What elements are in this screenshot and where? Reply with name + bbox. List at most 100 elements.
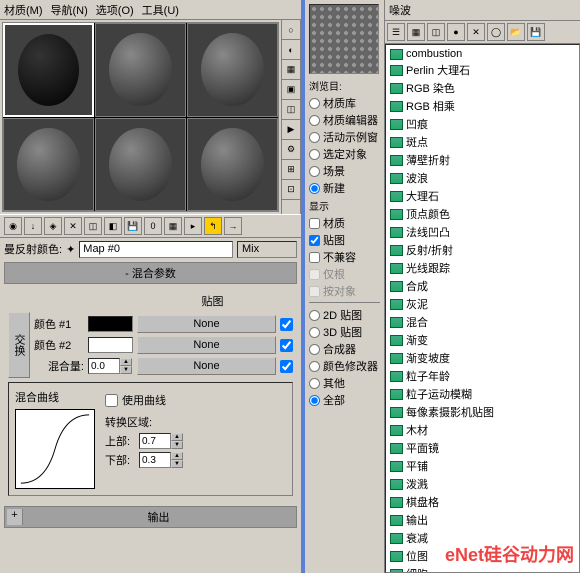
browse-radio-0[interactable] [309, 98, 320, 109]
menu-tools[interactable]: 工具(U) [142, 2, 179, 18]
filter-radio-1[interactable] [309, 327, 320, 338]
swap-button[interactable]: 交换 [8, 312, 30, 378]
assign-btn[interactable]: ◈ [44, 217, 62, 235]
tree-item[interactable]: 混合 [388, 313, 577, 331]
make-copy-btn[interactable]: ◫ [84, 217, 102, 235]
mat-effects-btn[interactable]: 0 [144, 217, 162, 235]
tree-item[interactable]: 每像素摄影机贴图 [388, 403, 577, 421]
delete-btn[interactable]: ✕ [467, 23, 485, 41]
browse-radio-5[interactable] [309, 183, 320, 194]
tree-item[interactable]: 合成 [388, 277, 577, 295]
tree-item[interactable]: 位图 [388, 547, 577, 565]
tree-item[interactable]: 渐变 [388, 331, 577, 349]
uv-tile-btn[interactable]: ▣ [282, 80, 300, 100]
curve-graph[interactable] [15, 409, 95, 489]
tree-item[interactable]: 木材 [388, 421, 577, 439]
tree-item[interactable]: 灰泥 [388, 295, 577, 313]
go-forward-btn[interactable]: → [224, 217, 242, 235]
slot-3[interactable] [187, 23, 278, 117]
tree-item[interactable]: 斑点 [388, 133, 577, 151]
slot-6[interactable] [187, 118, 278, 212]
tree-item[interactable]: 波浪 [388, 169, 577, 187]
mix-params-header[interactable]: - 混合参数 [4, 262, 297, 284]
view-list-btn[interactable]: ☰ [387, 23, 405, 41]
select-by-mat-btn[interactable]: ⊞ [282, 160, 300, 180]
make-preview-btn[interactable]: ▶ [282, 120, 300, 140]
tree-item[interactable]: 平铺 [388, 457, 577, 475]
options-btn[interactable]: ⚙ [282, 140, 300, 160]
amount-enable[interactable] [280, 360, 293, 373]
open-btn[interactable]: 📂 [507, 23, 525, 41]
background-btn[interactable]: ▦ [282, 60, 300, 80]
color1-swatch[interactable] [88, 316, 133, 332]
filter-radio-4[interactable] [309, 378, 320, 389]
tree-item[interactable]: 渐变坡度 [388, 349, 577, 367]
color1-enable[interactable] [280, 318, 293, 331]
tree-item[interactable]: 细胞 [388, 565, 577, 573]
slot-5[interactable] [95, 118, 186, 212]
backlight-btn[interactable]: ◐ [282, 40, 300, 60]
reset-btn[interactable]: ✕ [64, 217, 82, 235]
display-check-3[interactable] [309, 269, 320, 280]
get-material-btn[interactable]: ◉ [4, 217, 22, 235]
tree-item[interactable]: 衰减 [388, 529, 577, 547]
display-check-0[interactable] [309, 218, 320, 229]
browse-radio-4[interactable] [309, 166, 320, 177]
slot-1[interactable] [3, 23, 94, 117]
tree-item[interactable]: combustion [388, 47, 577, 61]
tree-item[interactable]: 泼溅 [388, 475, 577, 493]
slot-2[interactable] [95, 23, 186, 117]
display-check-1[interactable] [309, 235, 320, 246]
filter-radio-2[interactable] [309, 344, 320, 355]
color1-map-btn[interactable]: None [137, 315, 276, 333]
browse-radio-1[interactable] [309, 115, 320, 126]
save-btn[interactable]: 💾 [527, 23, 545, 41]
filter-radio-0[interactable] [309, 310, 320, 321]
sample-type-btn[interactable]: ○ [282, 20, 300, 40]
menu-options[interactable]: 选项(O) [96, 2, 134, 18]
view-large-btn[interactable]: ◫ [427, 23, 445, 41]
clear-btn[interactable]: ◯ [487, 23, 505, 41]
tree-item[interactable]: 反射/折射 [388, 241, 577, 259]
display-check-2[interactable] [309, 252, 320, 263]
tree-item[interactable]: RGB 相乘 [388, 97, 577, 115]
lower-spinner[interactable]: ▲▼ [139, 452, 184, 468]
tree-item[interactable]: 法线凹凸 [388, 223, 577, 241]
tree-item[interactable]: 输出 [388, 511, 577, 529]
tree-item[interactable]: 大理石 [388, 187, 577, 205]
video-check-btn[interactable]: ◫ [282, 100, 300, 120]
type-button[interactable]: Mix [237, 241, 297, 258]
filter-radio-3[interactable] [309, 361, 320, 372]
color2-map-btn[interactable]: None [137, 336, 276, 354]
show-in-viewport-btn[interactable]: ▦ [164, 217, 182, 235]
tree-item[interactable]: 平面镜 [388, 439, 577, 457]
tree-item[interactable]: 薄壁折射 [388, 151, 577, 169]
slot-4[interactable] [3, 118, 94, 212]
amount-spinner[interactable]: ▲▼ [88, 358, 133, 374]
show-end-btn[interactable]: ▸ [184, 217, 202, 235]
color2-swatch[interactable] [88, 337, 133, 353]
upper-spinner[interactable]: ▲▼ [139, 433, 184, 449]
menu-material[interactable]: 材质(M) [4, 2, 43, 18]
color2-enable[interactable] [280, 339, 293, 352]
filter-radio-5[interactable] [309, 395, 320, 406]
browse-radio-2[interactable] [309, 132, 320, 143]
tree-item[interactable]: 顶点颜色 [388, 205, 577, 223]
picker-icon[interactable]: ✦ [66, 243, 75, 256]
map-name-input[interactable] [79, 241, 233, 258]
go-parent-btn[interactable]: ↰ [204, 217, 222, 235]
put-to-scene-btn[interactable]: ↓ [24, 217, 42, 235]
expand-icon[interactable]: + [7, 509, 23, 525]
tree-item[interactable]: 粒子运动模糊 [388, 385, 577, 403]
tree-item[interactable]: 光线跟踪 [388, 259, 577, 277]
mat-id-btn[interactable]: ⊡ [282, 180, 300, 200]
display-check-4[interactable] [309, 286, 320, 297]
tree-item[interactable]: 棋盘格 [388, 493, 577, 511]
tree-item[interactable]: RGB 染色 [388, 79, 577, 97]
tree-item[interactable]: Perlin 大理石 [388, 61, 577, 79]
output-header[interactable]: +输出 [4, 506, 297, 528]
make-unique-btn[interactable]: ◧ [104, 217, 122, 235]
update-btn[interactable]: ● [447, 23, 465, 41]
tree-item[interactable]: 凹痕 [388, 115, 577, 133]
amount-map-btn[interactable]: None [137, 357, 276, 375]
